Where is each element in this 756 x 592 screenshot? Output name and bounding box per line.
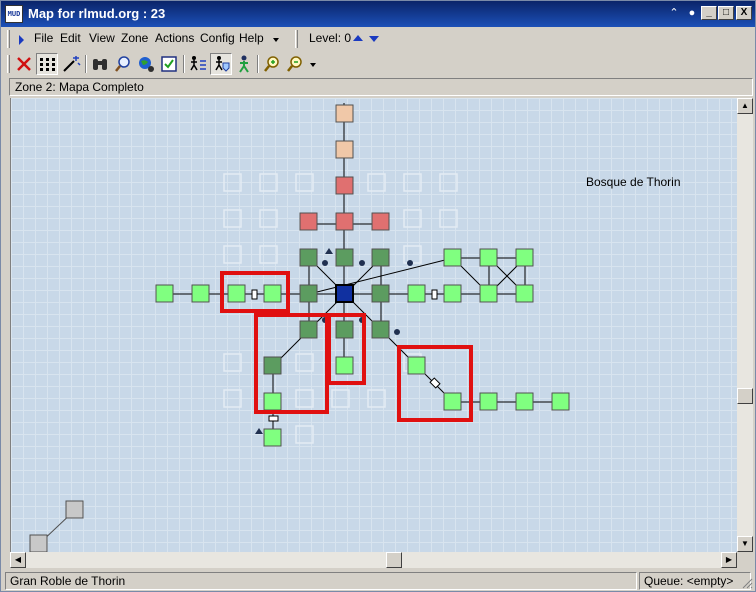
toolbar [5, 52, 325, 76]
status-location: Gran Roble de Thorin [5, 572, 637, 590]
binoculars-icon[interactable] [89, 53, 111, 75]
map-svg[interactable] [11, 98, 737, 552]
close-button[interactable]: X [736, 6, 752, 20]
wand-icon[interactable] [60, 53, 82, 75]
app-icon: MUD [5, 5, 23, 23]
zoom-out-icon[interactable] [284, 53, 306, 75]
menu-zone[interactable]: Zone [121, 31, 148, 47]
status-queue: Queue: <empty> [639, 572, 751, 590]
maximize-button[interactable]: □ [718, 6, 734, 20]
menubar-grip[interactable] [7, 30, 10, 48]
menu-view[interactable]: View [89, 31, 115, 47]
map-window: MUD Map for rlmud.org : 23 ⌃ ● _ □ X Fil… [0, 0, 756, 592]
level-up-icon[interactable] [353, 35, 363, 41]
scroll-down-button[interactable]: ▼ [737, 536, 753, 552]
up-exit-icon [255, 428, 263, 434]
map-canvas[interactable]: Bosque de Thorin [10, 98, 737, 552]
level-indicator: Level: 0 [309, 31, 352, 45]
vertical-scrollbar[interactable]: ▲ ▼ [737, 98, 753, 552]
checkbox-icon[interactable] [158, 53, 180, 75]
up-exit-icon [325, 248, 333, 254]
horizontal-scrollbar[interactable]: ◀ ▶ [10, 552, 737, 568]
menu-overflow-icon[interactable] [273, 38, 279, 42]
toolbar-separator [257, 55, 259, 73]
title-bar[interactable]: MUD Map for rlmud.org : 23 ⌃ ● _ □ X [1, 1, 755, 27]
toolbar-separator [85, 55, 87, 73]
walker-list-icon[interactable] [187, 53, 209, 75]
menu-bar: File Edit View Zone Actions Config Help … [5, 27, 385, 51]
zoom-in-icon[interactable] [261, 53, 283, 75]
globe-icon[interactable] [135, 53, 157, 75]
menu-file[interactable]: File [34, 31, 53, 47]
zone-header: Zone 2: Mapa Completo [9, 78, 753, 96]
magnifier-icon[interactable] [112, 53, 134, 75]
collapse-icon[interactable]: ⌃ [667, 5, 681, 21]
menu-actions[interactable]: Actions [155, 31, 194, 47]
resize-grip-icon[interactable] [741, 577, 753, 589]
walker-icon[interactable] [233, 53, 255, 75]
rooms[interactable] [29, 104, 570, 552]
scroll-right-button[interactable]: ▶ [721, 552, 737, 568]
menu-edit[interactable]: Edit [60, 31, 81, 47]
menu-arrow-icon [19, 35, 24, 45]
scroll-left-button[interactable]: ◀ [10, 552, 26, 568]
status-bar: Gran Roble de Thorin Queue: <empty> [3, 571, 755, 591]
area-label: Bosque de Thorin [586, 175, 681, 189]
zoom-dropdown-icon[interactable] [310, 63, 316, 67]
pin-icon[interactable]: ● [685, 5, 699, 21]
level-grip[interactable] [295, 30, 298, 48]
minimize-button[interactable]: _ [701, 6, 717, 20]
shield-walker-icon[interactable] [210, 53, 232, 75]
scroll-up-button[interactable]: ▲ [737, 98, 753, 114]
level-down-icon[interactable] [369, 36, 379, 42]
menu-config[interactable]: Config [200, 31, 235, 47]
grid-icon[interactable] [36, 53, 58, 75]
delete-icon[interactable] [13, 53, 35, 75]
toolbar-grip[interactable] [7, 55, 10, 73]
horizontal-scroll-thumb[interactable] [386, 552, 402, 568]
vertical-scroll-thumb[interactable] [737, 388, 753, 404]
window-title: Map for rlmud.org : 23 [28, 6, 166, 21]
room-connections [164, 103, 561, 438]
menu-help[interactable]: Help [239, 31, 264, 47]
toolbar-separator [183, 55, 185, 73]
